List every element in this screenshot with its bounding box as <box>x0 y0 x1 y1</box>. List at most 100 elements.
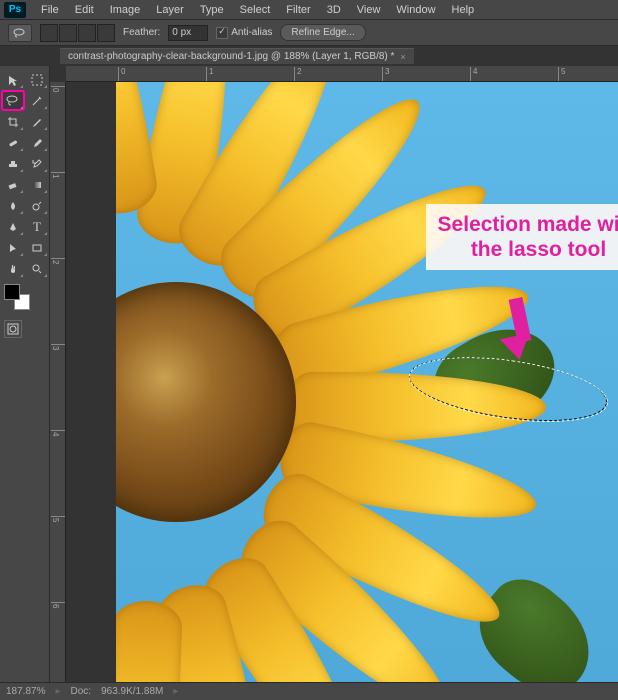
ruler-tick: 5 <box>51 516 65 522</box>
status-bar: 187.87% ▸ Doc: 963.9K/1.88M ▸ <box>0 682 618 700</box>
zoom-level[interactable]: 187.87% <box>6 686 45 697</box>
dodge-tool[interactable] <box>26 196 48 215</box>
ruler-tick: 2 <box>51 258 65 264</box>
history-brush-icon <box>31 158 43 170</box>
menu-select[interactable]: Select <box>233 2 278 18</box>
menu-3d[interactable]: 3D <box>320 2 348 18</box>
ruler-tick: 2 <box>294 67 301 81</box>
menu-image[interactable]: Image <box>103 2 148 18</box>
menu-file[interactable]: File <box>34 2 66 18</box>
ruler-tick: 5 <box>558 67 565 81</box>
menu-view[interactable]: View <box>350 2 388 18</box>
zoom-tool[interactable] <box>26 259 48 278</box>
app-logo: Ps <box>4 2 26 18</box>
dodge-icon <box>31 200 43 212</box>
lasso-tool[interactable] <box>2 91 24 110</box>
spot-heal-tool[interactable] <box>2 133 24 152</box>
selection-mode-group <box>40 24 115 42</box>
marquee-tool[interactable] <box>26 70 48 89</box>
eyedropper-tool[interactable] <box>26 112 48 131</box>
selection-mode-add[interactable] <box>59 24 77 42</box>
color-swatches[interactable] <box>0 280 49 314</box>
pen-tool[interactable] <box>2 217 24 236</box>
quickmask-icon <box>7 323 19 335</box>
ruler-tick: 6 <box>51 602 65 608</box>
rect-icon <box>31 242 43 254</box>
pen-icon <box>7 221 19 233</box>
doc-size-label: Doc: <box>71 686 92 697</box>
options-bar: Feather: Anti-alias Refine Edge... <box>0 20 618 46</box>
shape-tool[interactable] <box>26 238 48 257</box>
crop-icon <box>7 116 19 128</box>
hand-tool[interactable] <box>2 259 24 278</box>
ruler-tick: 3 <box>382 67 389 81</box>
menu-layer[interactable]: Layer <box>149 2 191 18</box>
document-tab[interactable]: contrast-photography-clear-background-1.… <box>60 48 414 64</box>
brush-icon <box>31 137 43 149</box>
document-tab-bar: contrast-photography-clear-background-1.… <box>0 46 618 66</box>
brush-tool[interactable] <box>26 133 48 152</box>
workspace: T 0 1 2 3 4 5 0 1 2 <box>0 66 618 682</box>
antialias-checkbox[interactable]: Anti-alias <box>216 27 272 39</box>
fg-color-swatch[interactable] <box>4 284 20 300</box>
toolbox: T <box>0 66 50 682</box>
gradient-icon <box>31 179 43 191</box>
annotation-text: Selection made with the lasso tool <box>432 212 618 262</box>
annotation-arrow <box>513 298 527 342</box>
hand-icon <box>7 263 19 275</box>
ruler-tick: 0 <box>51 86 65 92</box>
zoom-icon <box>31 263 43 275</box>
menubar: Ps File Edit Image Layer Type Select Fil… <box>0 0 618 20</box>
blur-tool[interactable] <box>2 196 24 215</box>
ruler-tick: 4 <box>51 430 65 436</box>
ruler-tick: 0 <box>118 67 125 81</box>
menu-filter[interactable]: Filter <box>279 2 317 18</box>
wand-icon <box>31 95 43 107</box>
move-tool[interactable] <box>2 70 24 89</box>
canvas-area: 0 1 2 3 4 5 0 1 2 3 4 5 6 <box>50 66 618 682</box>
doc-size-value: 963.9K/1.88M <box>101 686 163 697</box>
selection-mode-new[interactable] <box>40 24 58 42</box>
menu-type[interactable]: Type <box>193 2 231 18</box>
status-sep: ▸ <box>55 686 60 697</box>
check-icon <box>216 27 228 39</box>
type-icon: T <box>33 219 41 235</box>
gradient-tool[interactable] <box>26 175 48 194</box>
move-icon <box>7 74 19 86</box>
document-tab-label: contrast-photography-clear-background-1.… <box>68 51 394 62</box>
selection-mode-intersect[interactable] <box>97 24 115 42</box>
ruler-tick: 1 <box>51 172 65 178</box>
ruler-tick: 1 <box>206 67 213 81</box>
ruler-tick: 3 <box>51 344 65 350</box>
clone-stamp-tool[interactable] <box>2 154 24 173</box>
ruler-tick: 4 <box>470 67 477 81</box>
lasso-icon <box>6 95 20 107</box>
arrow-icon <box>7 242 19 254</box>
type-tool[interactable]: T <box>26 217 48 236</box>
antialias-label: Anti-alias <box>231 27 272 38</box>
crop-tool[interactable] <box>2 112 24 131</box>
document-image: Selection made with the lasso tool <box>116 82 618 682</box>
menu-edit[interactable]: Edit <box>68 2 101 18</box>
close-icon[interactable]: × <box>400 52 405 62</box>
menu-window[interactable]: Window <box>389 2 442 18</box>
stamp-icon <box>7 158 19 170</box>
magic-wand-tool[interactable] <box>26 91 48 110</box>
eraser-tool[interactable] <box>2 175 24 194</box>
status-sep: ▸ <box>173 686 178 697</box>
ruler-horizontal[interactable]: 0 1 2 3 4 5 <box>66 66 618 82</box>
feather-label: Feather: <box>123 27 160 38</box>
canvas[interactable]: Selection made with the lasso tool <box>66 82 618 682</box>
ruler-vertical[interactable]: 0 1 2 3 4 5 6 <box>50 82 66 682</box>
selection-mode-subtract[interactable] <box>78 24 96 42</box>
marquee-icon <box>31 74 43 86</box>
history-brush-tool[interactable] <box>26 154 48 173</box>
feather-input[interactable] <box>168 25 208 41</box>
refine-edge-button[interactable]: Refine Edge... <box>280 24 365 41</box>
path-select-tool[interactable] <box>2 238 24 257</box>
menu-help[interactable]: Help <box>445 2 482 18</box>
active-tool-indicator[interactable] <box>8 24 32 42</box>
bandage-icon <box>7 137 19 149</box>
lasso-icon <box>13 28 27 38</box>
quick-mask-toggle[interactable] <box>4 320 22 338</box>
